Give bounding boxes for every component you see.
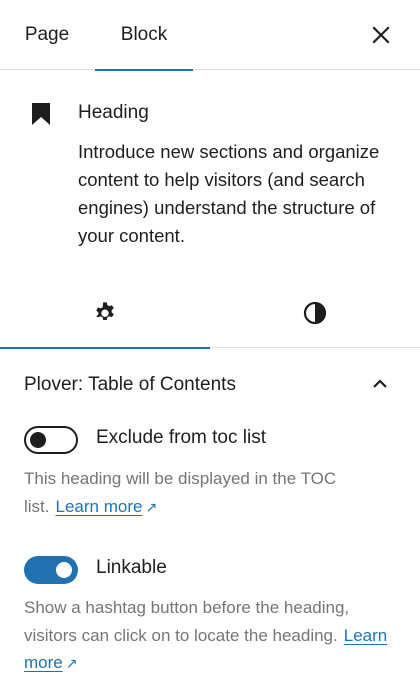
linkable-help: Show a hashtag button before the heading… — [24, 598, 350, 645]
toggle-knob — [56, 562, 72, 578]
external-link-icon: ↗ — [145, 498, 158, 515]
external-link-icon: ↗ — [65, 655, 78, 671]
chevron-up-icon — [372, 377, 388, 389]
exclude-toggle[interactable] — [24, 426, 78, 454]
exclude-toggle-label[interactable]: Exclude from toc list — [96, 427, 266, 449]
gear-icon — [92, 300, 118, 331]
block-title: Heading — [78, 102, 149, 123]
close-icon[interactable] — [368, 22, 394, 48]
inspector-tabs — [0, 282, 420, 349]
block-card: Heading Introduce new sections and organ… — [0, 70, 420, 282]
block-description: Introduce new sections and organize cont… — [78, 141, 380, 246]
exclude-learn-more-link[interactable]: Learn more ↗ — [56, 497, 158, 516]
sidebar-tabs: Page Block — [0, 0, 420, 71]
tab-page[interactable]: Page — [0, 0, 94, 70]
linkable-toggle-row: Linkable — [24, 556, 404, 584]
exclude-toggle-row: Exclude from toc list — [24, 426, 404, 454]
tab-styles[interactable] — [210, 282, 420, 348]
toc-panel-toggle[interactable]: Plover: Table of Contents — [0, 348, 420, 420]
linkable-toggle[interactable] — [24, 556, 78, 584]
contrast-icon — [302, 300, 328, 331]
tab-block[interactable]: Block — [95, 0, 193, 71]
linkable-help-text: Show a hashtag button before the heading… — [24, 594, 400, 678]
bookmark-icon — [30, 102, 52, 126]
toggle-knob — [30, 432, 46, 448]
linkable-toggle-label[interactable]: Linkable — [96, 557, 167, 579]
tab-settings[interactable] — [0, 282, 210, 349]
block-inspector-sidebar: Page Block Heading Introduce new section… — [0, 0, 420, 695]
exclude-help-text: This heading will be displayed in the TO… — [24, 465, 400, 521]
panel-title: Plover: Table of Contents — [24, 374, 236, 395]
